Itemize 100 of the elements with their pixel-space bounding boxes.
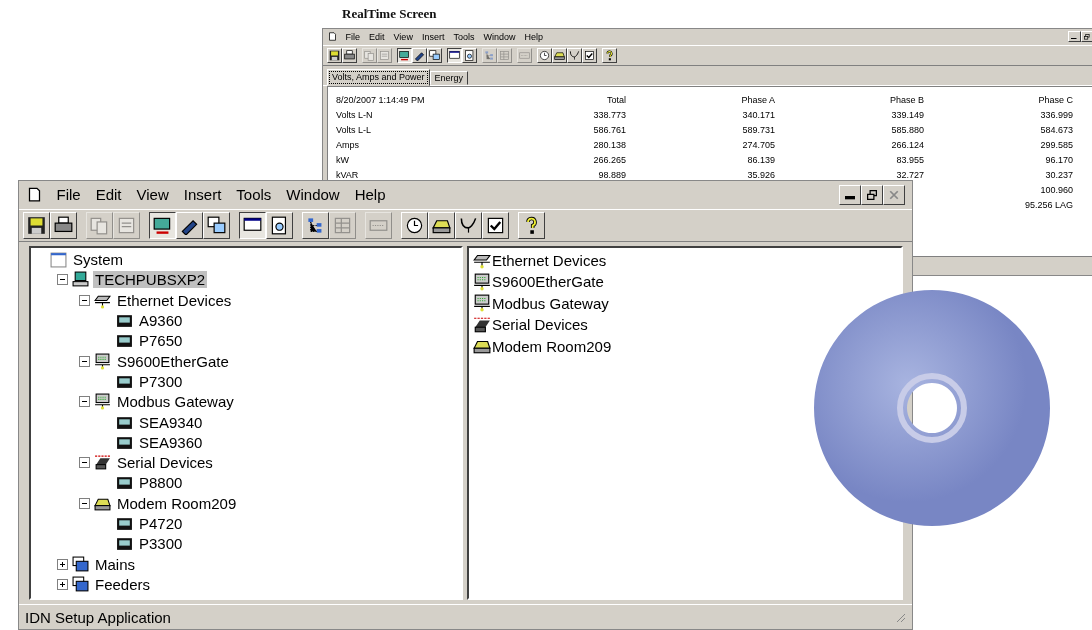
list-item[interactable]: Ethernet Devices [492, 251, 607, 269]
table-cell-text: 280.138 [592, 140, 626, 150]
menu-item[interactable]: Edit [95, 186, 122, 204]
resize-grip-icon [894, 611, 906, 623]
windows-icon [207, 215, 226, 235]
restore-button[interactable] [860, 184, 883, 205]
tree-item[interactable]: A9360 [137, 312, 185, 330]
tree-item[interactable]: Ethernet Devices [115, 291, 234, 309]
serial-device-icon [94, 454, 111, 472]
stethoscope-icon [569, 49, 580, 61]
restore-button[interactable] [1080, 31, 1092, 43]
column-header: Phase B [888, 95, 924, 105]
table-cell-text: 83.955 [895, 155, 924, 165]
table-cell-text: 32.727 [895, 170, 924, 180]
restore-icon [866, 189, 877, 200]
stacked-windows-icon [72, 555, 89, 573]
tree-item[interactable]: Modbus Gateway [115, 393, 236, 411]
grid-icon [499, 49, 510, 61]
menu-item[interactable]: Tools [236, 186, 272, 204]
printer-icon [54, 215, 73, 235]
menu-item[interactable]: View [393, 31, 413, 42]
menu-item[interactable]: Window [483, 31, 516, 42]
tree-item[interactable]: TECHPUBSXP2 [93, 271, 208, 289]
table-cell-text: 584.673 [1039, 125, 1073, 135]
question-mark-icon [604, 49, 615, 61]
tree-item[interactable]: Modem Room209 [115, 494, 239, 512]
document-icon [26, 187, 42, 203]
collapse-toggle[interactable] [79, 497, 90, 509]
tree-item[interactable]: P7300 [137, 372, 185, 390]
tree-item[interactable]: S9600EtherGate [115, 352, 231, 370]
menu-item[interactable]: File [56, 186, 81, 204]
tree-item[interactable]: Mains [93, 555, 137, 573]
caption: RealTime Screen [342, 6, 437, 22]
toolbar-button[interactable] [239, 211, 266, 239]
menu-item[interactable]: Window [286, 186, 340, 204]
magnifier-icon [464, 49, 475, 61]
menu-item[interactable]: Help [354, 186, 386, 204]
list-item[interactable]: S9600EtherGate [492, 273, 604, 291]
list-item[interactable]: Modbus Gateway [492, 294, 609, 312]
table-cell-text: 30.237 [1044, 170, 1073, 180]
monitor-icon [153, 215, 172, 235]
expand-toggle[interactable] [57, 578, 68, 590]
minimize-button[interactable] [838, 184, 861, 205]
menu-item[interactable]: Tools [453, 31, 475, 42]
tree-item[interactable]: P8800 [137, 474, 185, 492]
tree-item[interactable]: P4720 [137, 515, 185, 532]
magnifier-icon [270, 215, 289, 235]
list-item[interactable]: Modem Room209 [492, 337, 612, 355]
window-icon [50, 251, 67, 269]
table-cell-text: 95.256 LAG [1023, 200, 1073, 210]
column-header: 8/20/2007 1:14:49 PM [336, 95, 426, 105]
modem-icon [554, 49, 565, 61]
menu-item[interactable]: Insert [421, 31, 445, 42]
serial-device-icon [473, 315, 491, 334]
collapse-toggle[interactable] [79, 355, 90, 367]
menu-item[interactable]: Insert [183, 186, 222, 204]
table-cell-text: 98.889 [597, 170, 626, 180]
device-icon [116, 515, 133, 532]
tree-item[interactable]: Feeders [93, 575, 153, 593]
collapse-toggle[interactable] [79, 294, 90, 306]
device-icon [116, 332, 133, 350]
toolbar-button[interactable] [447, 47, 462, 63]
tree-item[interactable]: Serial Devices [115, 454, 215, 472]
printer-icon [344, 49, 355, 61]
menu-item[interactable]: View [136, 186, 169, 204]
tree-item[interactable]: SEA9360 [137, 433, 205, 451]
tab[interactable]: Energy [429, 70, 469, 85]
expand-toggle[interactable] [57, 558, 68, 570]
column-header: Total [606, 95, 626, 105]
clock-icon [405, 215, 424, 235]
tab[interactable]: Volts, Amps and Power [327, 68, 430, 86]
tree-item[interactable]: System [71, 251, 125, 269]
tree-item[interactable]: SEA9340 [137, 413, 205, 431]
checkbox-icon [486, 215, 505, 235]
menu-item[interactable]: Edit [369, 31, 385, 42]
close-icon [888, 189, 899, 200]
menu-item[interactable]: File [345, 31, 360, 42]
list-item[interactable]: Serial Devices [492, 316, 588, 334]
table-cell-text: 96.170 [1044, 155, 1073, 165]
menu-item[interactable]: Help [524, 31, 543, 42]
restore-icon [1084, 34, 1090, 40]
tree-item[interactable]: P3300 [137, 535, 185, 553]
toolbar-button[interactable] [149, 211, 176, 239]
monitor-icon [449, 49, 460, 61]
table-cell-text: 35.926 [746, 170, 775, 180]
table-cell-text: Volts L-N [336, 110, 374, 120]
collapse-toggle[interactable] [57, 274, 68, 286]
pen-icon [414, 49, 425, 61]
collapse-toggle[interactable] [79, 396, 90, 408]
toolbar-button[interactable] [397, 47, 412, 63]
tree-item[interactable]: P7650 [137, 332, 185, 350]
table-cell-text: kW [336, 155, 350, 165]
collapse-toggle[interactable] [79, 457, 90, 469]
column-header: Phase A [740, 95, 775, 105]
grid-icon [333, 215, 352, 235]
table-cell-text: 586.761 [592, 125, 626, 135]
device-icon [116, 474, 133, 492]
minimize-button[interactable] [1067, 31, 1081, 43]
close-button[interactable] [882, 184, 905, 205]
checkbox-icon [584, 49, 595, 61]
